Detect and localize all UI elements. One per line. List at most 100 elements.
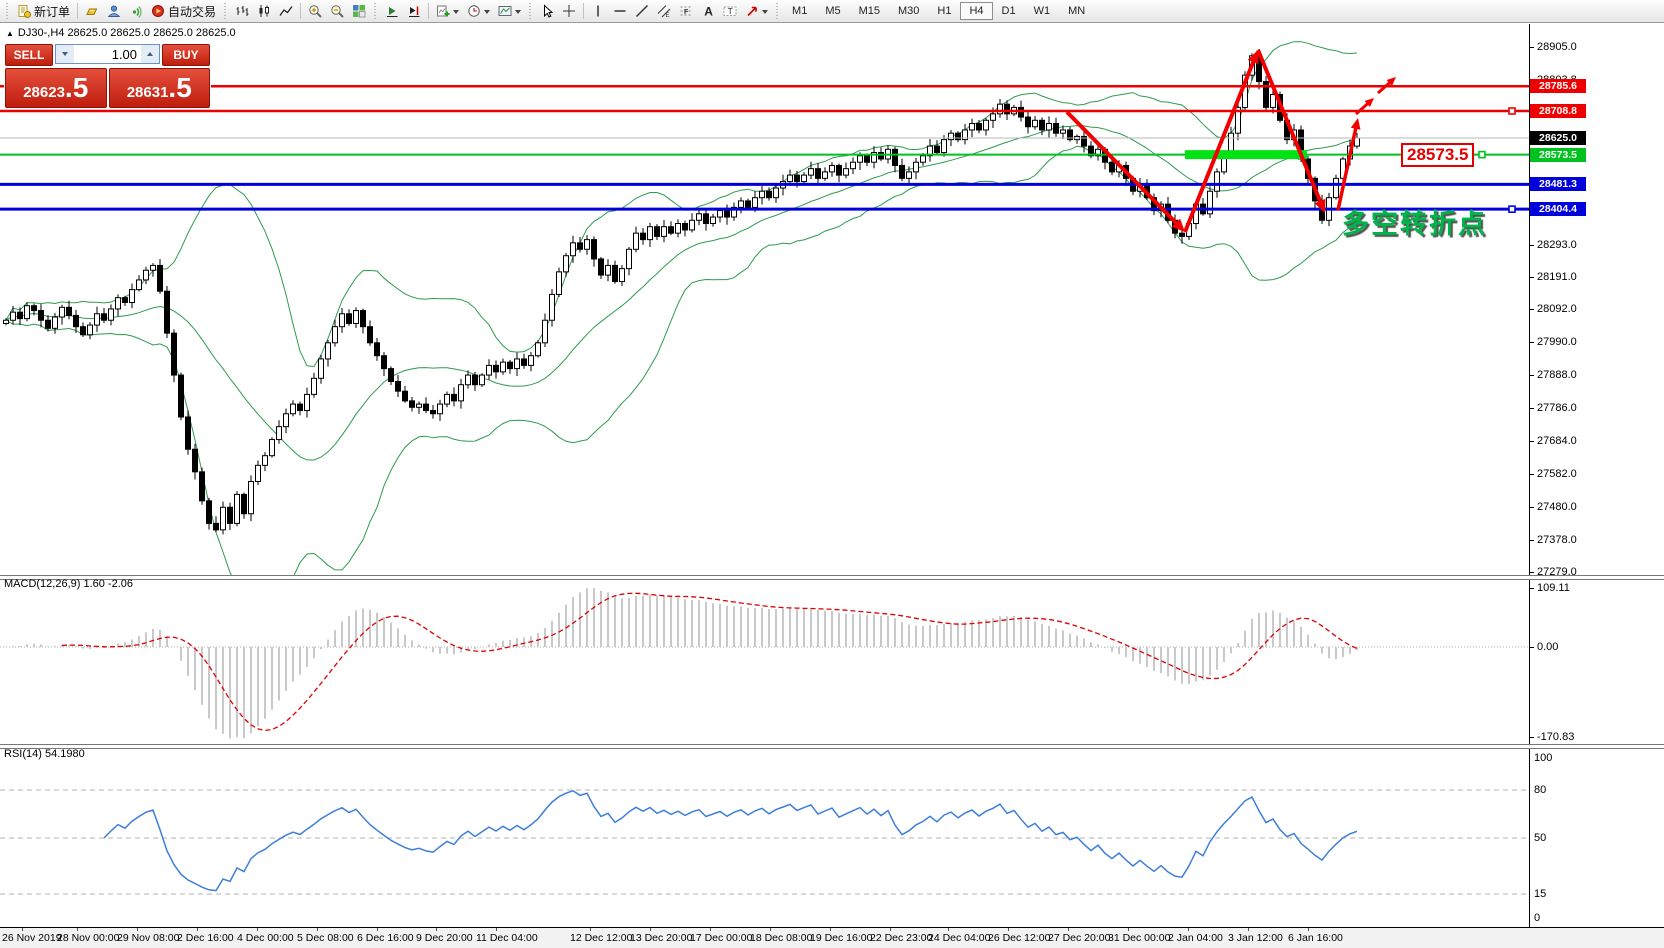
volume-decrease-button[interactable]: [56, 45, 74, 63]
sell-price-button[interactable]: 28623.5: [5, 68, 107, 108]
toolbar-grip[interactable]: [373, 3, 378, 19]
time-label: 24 Dec 04:00: [928, 932, 990, 944]
rsi-axis-label: 15: [1534, 888, 1546, 900]
timeframe-m1-button[interactable]: M1: [783, 2, 816, 20]
time-tick-mark: [590, 928, 591, 931]
fibonacci-icon: F: [679, 4, 693, 18]
tile-windows-button[interactable]: [348, 1, 370, 21]
macd-axis-label: 0.00: [1537, 641, 1558, 653]
main-chart-canvas[interactable]: [0, 30, 1529, 575]
line-chart-button[interactable]: [275, 1, 297, 21]
trendline-icon: [635, 4, 649, 18]
tile-windows-icon: [352, 4, 366, 18]
timeframe-h4-button[interactable]: H4: [960, 2, 992, 20]
fibonacci-button[interactable]: F: [675, 1, 697, 21]
chevron-down-icon: [62, 52, 68, 59]
price-callout-label[interactable]: 28573.5: [1401, 143, 1474, 167]
chevron-up-icon: [147, 49, 153, 56]
time-label: 28 Nov 00:00: [57, 932, 119, 944]
macd-axis-label: -170.83: [1537, 731, 1574, 743]
crosshair-button[interactable]: [558, 1, 580, 21]
sell-price-main: 28623: [23, 84, 65, 101]
timeframe-d1-button[interactable]: D1: [993, 2, 1025, 20]
timeframe-m15-button[interactable]: M15: [850, 2, 889, 20]
price-tick-label: 27378.0: [1537, 534, 1577, 546]
templates-button[interactable]: [494, 1, 525, 21]
time-tick-mark: [436, 928, 437, 931]
time-axis[interactable]: 26 Nov 201928 Nov 00:0029 Nov 08:002 Dec…: [0, 928, 1664, 948]
zoom-in-button[interactable]: [304, 1, 326, 21]
volume-increase-button[interactable]: [141, 45, 159, 63]
rsi-axis-label: 0: [1534, 912, 1540, 924]
profile-button[interactable]: [103, 1, 125, 21]
price-tick-mark: [1529, 474, 1534, 475]
zoom-out-icon: [330, 4, 344, 18]
price-tag-28708.8: 28708.8: [1530, 104, 1586, 118]
trendline-button[interactable]: [631, 1, 653, 21]
timeframe-mn-button[interactable]: MN: [1059, 2, 1094, 20]
buy-price-button[interactable]: 28631.5: [109, 68, 211, 108]
shift-end-button[interactable]: [403, 1, 425, 21]
signals-button[interactable]: [125, 1, 147, 21]
rsi-indicator-label: RSI(14) 54.1980: [4, 748, 85, 760]
chevron-down-icon: [762, 10, 768, 17]
gold-ingot-button[interactable]: [81, 1, 103, 21]
volume-input[interactable]: [74, 45, 141, 63]
timeframe-h1-button[interactable]: H1: [928, 2, 960, 20]
macd-indicator-label: MACD(12,26,9) 1.60 -2.06: [4, 578, 133, 590]
auto-trading-button[interactable]: 自动交易: [147, 1, 220, 21]
svg-text:F: F: [684, 9, 689, 16]
new-chart-button[interactable]: [432, 1, 463, 21]
toolbar-grip[interactable]: [528, 3, 533, 19]
top-toolbar: 新订单 自动交易 E F AT M1M5M15M30H1H4D1W1MN: [0, 0, 1664, 23]
price-tick-mark: [1529, 47, 1534, 48]
new-order-label: 新订单: [34, 3, 70, 20]
cursor-button[interactable]: [536, 1, 558, 21]
timeframe-m5-button[interactable]: M5: [816, 2, 849, 20]
signals-icon: [129, 4, 143, 18]
collapse-triangle-icon[interactable]: ▲: [6, 29, 14, 38]
panel-separator[interactable]: [0, 744, 1664, 749]
candlesticks-button[interactable]: [253, 1, 275, 21]
horizontal-line-button[interactable]: [609, 1, 631, 21]
price-tick-label: 27888.0: [1537, 369, 1577, 381]
text-button[interactable]: A: [697, 1, 719, 21]
buy-button[interactable]: BUY: [162, 44, 210, 66]
time-label: 9 Dec 20:00: [416, 932, 473, 944]
periods-button[interactable]: [463, 1, 494, 21]
text-label-button[interactable]: T: [719, 1, 741, 21]
timeframe-w1-button[interactable]: W1: [1025, 2, 1060, 20]
rsi-axis-label: 50: [1534, 832, 1546, 844]
rsi-axis-label: 100: [1534, 752, 1552, 764]
time-tick-mark: [710, 928, 711, 931]
rsi-panel-canvas[interactable]: [0, 748, 1529, 927]
chevron-down-icon: [515, 10, 521, 17]
toolbar-grip[interactable]: [223, 3, 228, 19]
time-tick-mark: [1188, 928, 1189, 931]
new-order-icon: [17, 4, 31, 18]
templates-icon: [498, 4, 512, 18]
time-tick-mark: [137, 928, 138, 931]
bar-chart-button[interactable]: [231, 1, 253, 21]
crosshair-icon: [562, 4, 576, 18]
macd-panel-canvas[interactable]: [0, 579, 1529, 744]
sell-button[interactable]: SELL: [5, 44, 53, 66]
panel-separator[interactable]: [0, 575, 1664, 580]
toolbar-grip[interactable]: [775, 3, 780, 19]
timeframe-m30-button[interactable]: M30: [889, 2, 928, 20]
time-label: 11 Dec 04:00: [476, 932, 538, 944]
one-click-trading-panel: SELL BUY 28623.5 28631.5: [4, 43, 211, 109]
zoom-out-button[interactable]: [326, 1, 348, 21]
equidistant-channel-button[interactable]: E: [653, 1, 675, 21]
arrows-button[interactable]: [741, 1, 772, 21]
turning-point-annotation[interactable]: 多空转折点: [1342, 202, 1487, 241]
chevron-down-icon: [484, 10, 490, 17]
time-tick-mark: [830, 928, 831, 931]
toolbar-grip[interactable]: [5, 3, 10, 19]
vertical-line-button[interactable]: [587, 1, 609, 21]
time-tick-mark: [1248, 928, 1249, 931]
time-label: 6 Dec 16:00: [357, 932, 414, 944]
time-tick-mark: [890, 928, 891, 931]
new-order-button[interactable]: 新订单: [13, 1, 74, 21]
auto-scroll-button[interactable]: [381, 1, 403, 21]
